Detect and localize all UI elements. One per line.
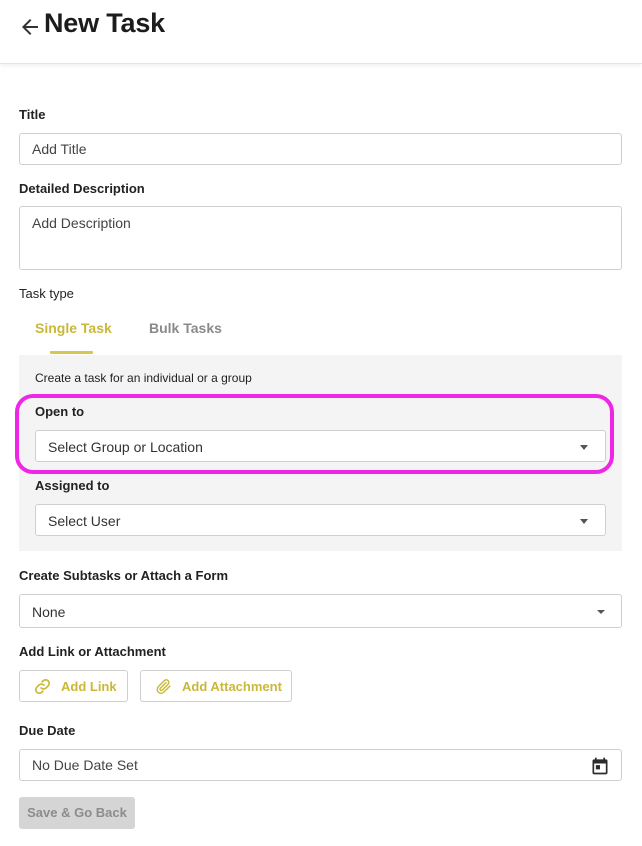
assigned-to-select[interactable]: Select User — [35, 504, 606, 536]
due-date-input[interactable] — [19, 749, 622, 781]
active-tab-indicator — [50, 351, 93, 354]
caret-down-icon — [580, 519, 588, 524]
panel-description: Create a task for an individual or a gro… — [35, 371, 252, 385]
subtasks-select[interactable]: None — [19, 594, 622, 628]
task-type-label: Task type — [19, 286, 74, 301]
arrow-left-icon — [22, 19, 38, 35]
calendar-icon[interactable] — [590, 756, 610, 776]
paperclip-icon — [156, 678, 171, 694]
tab-single-task[interactable]: Single Task — [35, 320, 112, 336]
add-link-label: Add Link — [61, 678, 117, 694]
page-title: New Task — [44, 8, 165, 38]
subtasks-label: Create Subtasks or Attach a Form — [19, 568, 229, 583]
caret-down-icon — [580, 445, 588, 450]
description-input[interactable] — [19, 206, 622, 270]
open-to-label: Open to — [35, 404, 85, 419]
open-to-select[interactable]: Select Group or Location — [35, 430, 606, 462]
title-label: Title — [19, 107, 46, 122]
assigned-to-value: Select User — [48, 513, 121, 529]
caret-down-icon — [597, 610, 605, 614]
assigned-to-label: Assigned to — [35, 478, 110, 493]
link-attachment-label: Add Link or Attachment — [19, 644, 166, 659]
subtasks-value: None — [32, 604, 66, 620]
add-attachment-label: Add Attachment — [182, 678, 282, 694]
title-input[interactable] — [19, 133, 622, 165]
add-attachment-button[interactable]: Add Attachment — [140, 670, 292, 702]
page-header: New Task — [0, 0, 642, 64]
back-button[interactable] — [18, 15, 42, 39]
save-go-back-button[interactable]: Save & Go Back — [19, 797, 135, 829]
add-link-button[interactable]: Add Link — [19, 670, 128, 702]
open-to-value: Select Group or Location — [48, 439, 203, 455]
due-date-label: Due Date — [19, 723, 76, 738]
description-label: Detailed Description — [19, 181, 145, 196]
link-icon — [34, 678, 51, 694]
tab-bulk-tasks[interactable]: Bulk Tasks — [149, 320, 222, 336]
